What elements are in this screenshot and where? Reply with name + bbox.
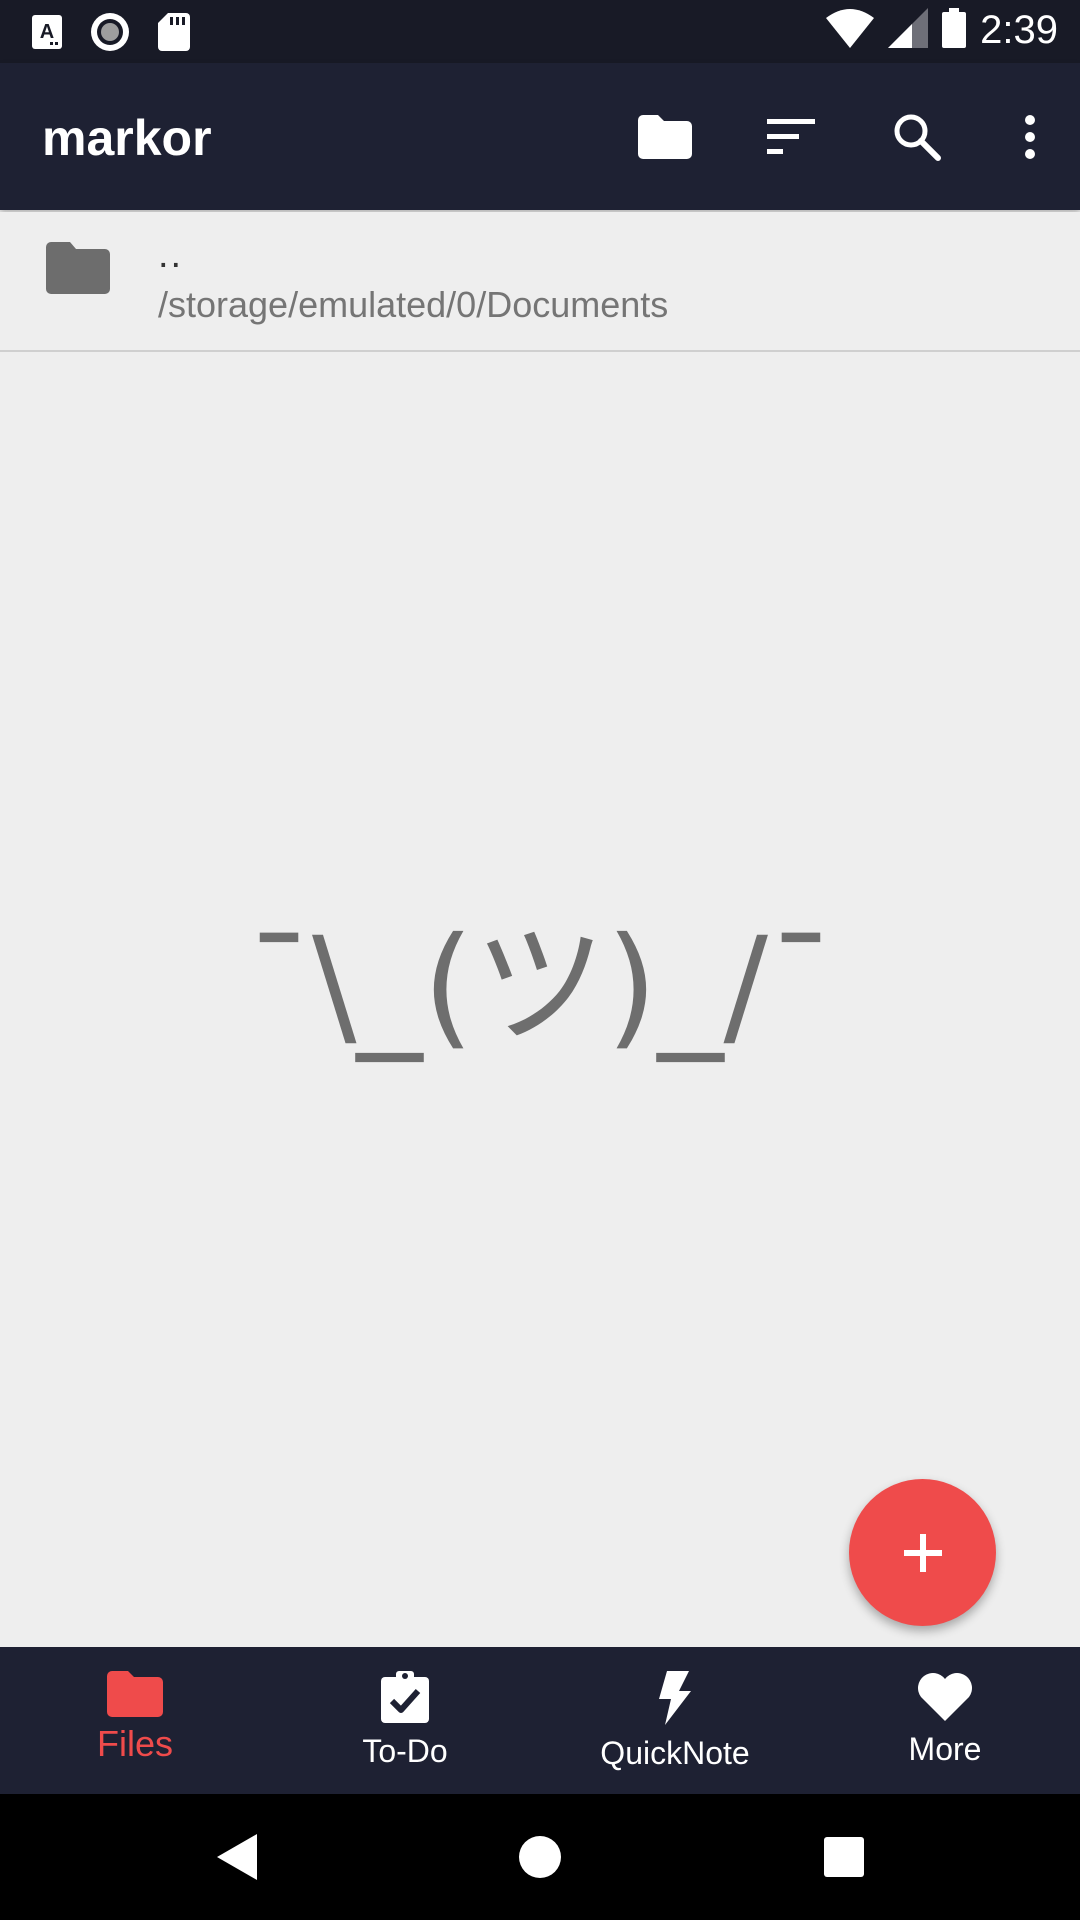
- parent-directory-name: ..: [158, 234, 184, 276]
- overflow-menu-button[interactable]: [980, 63, 1080, 210]
- folder-button[interactable]: [602, 63, 728, 210]
- parent-directory-item[interactable]: .. /storage/emulated/0/Documents: [0, 212, 1080, 352]
- a-letter-icon: A: [32, 15, 62, 54]
- bolt-icon: [659, 1671, 691, 1725]
- back-icon: [217, 1834, 257, 1880]
- system-navigation-bar: [0, 1794, 1080, 1920]
- more-vert-icon: [1025, 114, 1035, 159]
- folder-icon: [107, 1671, 163, 1717]
- app-bar: markor: [0, 63, 1080, 210]
- nav-item-more[interactable]: More: [810, 1647, 1080, 1794]
- nav-item-files[interactable]: Files: [0, 1647, 270, 1794]
- app-title: markor: [42, 110, 212, 166]
- search-button[interactable]: [854, 63, 980, 210]
- parent-directory-path: /storage/emulated/0/Documents: [158, 284, 669, 325]
- nav-item-quicknote[interactable]: QuickNote: [540, 1647, 810, 1794]
- status-bar: A 2:39: [0, 0, 1080, 63]
- clipboard-check-icon: [381, 1671, 429, 1723]
- search-icon: [894, 114, 941, 161]
- nav-label-more: More: [908, 1731, 982, 1767]
- screen: A 2:39 markor .. /storage/emulated/0/Doc…: [0, 0, 1080, 1920]
- recents-icon: [824, 1837, 864, 1877]
- nav-label-todo: To-Do: [362, 1733, 448, 1769]
- heart-icon: [918, 1673, 972, 1721]
- empty-state-shrug: ¯\_(ツ)_/¯: [246, 909, 834, 1063]
- sort-icon: [767, 118, 815, 154]
- battery-icon: [942, 8, 967, 53]
- sd-card-icon: [158, 13, 190, 56]
- folder-icon: [638, 114, 692, 159]
- folder-icon: [46, 242, 110, 299]
- recents-button[interactable]: [781, 1794, 907, 1920]
- cell-signal-icon: [888, 8, 929, 53]
- record-icon: [90, 12, 130, 57]
- sort-button[interactable]: [728, 63, 854, 210]
- home-button[interactable]: [477, 1794, 603, 1920]
- add-file-fab[interactable]: [849, 1479, 996, 1626]
- plus-icon: [903, 1533, 942, 1572]
- back-button[interactable]: [174, 1794, 300, 1920]
- svg-text:A: A: [40, 21, 54, 43]
- app-bar-actions: [602, 63, 1080, 210]
- nav-label-quicknote: QuickNote: [600, 1735, 750, 1771]
- home-icon: [519, 1836, 561, 1878]
- status-time: 2:39: [980, 8, 1058, 52]
- nav-label-files: Files: [96, 1723, 173, 1764]
- wifi-icon: [826, 8, 875, 53]
- bottom-navigation: Files To-Do QuickNote More: [0, 1647, 1080, 1794]
- nav-item-todo[interactable]: To-Do: [270, 1647, 540, 1794]
